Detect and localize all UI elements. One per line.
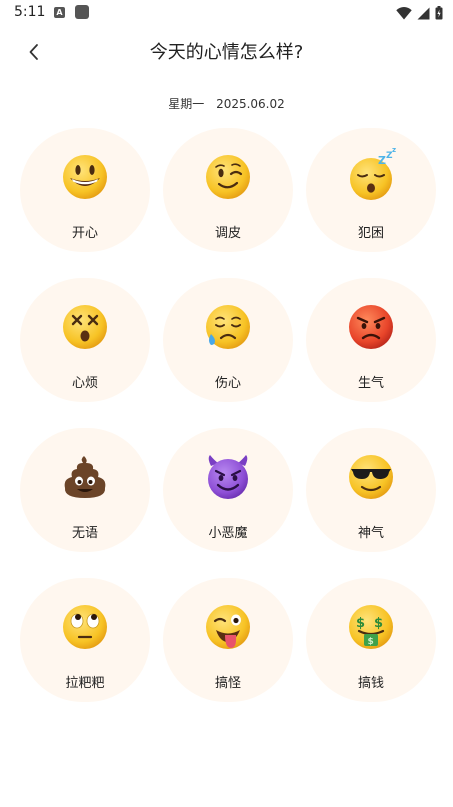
svg-text:$: $ [368,637,374,647]
mood-item-playful[interactable]: 调皮 [163,128,293,252]
dizzy-face-icon [63,305,107,349]
mood-item-cool[interactable]: 神气 [306,428,436,552]
mood-label: 小恶魔 [208,526,248,541]
smiling-devil-icon [208,455,248,499]
mood-item-poop[interactable]: 拉粑粑 [20,578,150,702]
mood-item-angry[interactable]: 生气 [306,278,436,402]
grinning-face-icon [63,155,107,199]
status-bar: 5:11 A [0,0,453,26]
date-label: 2025.06.02 [216,97,285,111]
sunglasses-face-icon [349,455,393,499]
svg-text:z: z [392,146,396,154]
mood-label: 犯困 [357,226,384,241]
mood-label: 搞怪 [214,676,241,691]
app-header: 今天的心情怎么样? [0,26,453,76]
svg-text:$: $ [374,616,383,631]
battery-icon [435,6,443,20]
mood-label: 拉粑粑 [65,676,105,691]
weekday-label: 星期一 [168,97,205,111]
money-mouth-face-icon: $ $ $ [349,605,393,649]
mood-label: 调皮 [214,226,241,241]
sleeping-face-icon: Z Z z [350,146,396,200]
mood-label: 无语 [71,526,98,541]
mood-item-silly[interactable]: 搞怪 [163,578,293,702]
wifi-icon [396,6,412,19]
status-time: 5:11 [14,4,46,20]
angry-face-icon [349,305,393,349]
mood-label: 伤心 [214,376,241,391]
app-square-icon [75,5,89,19]
tongue-wink-face-icon [206,605,250,649]
signal-icon [417,7,430,19]
sad-sweat-face-icon [206,305,250,349]
mood-label: 心烦 [71,376,98,391]
winking-face-icon [206,155,250,199]
mood-label: 神气 [357,526,384,541]
mood-item-make-money[interactable]: $ $ $ 搞钱 [306,578,436,702]
pile-of-poo-icon [64,456,106,498]
a-badge-icon: A [54,7,65,18]
date-row: 星期一 2025.06.02 [0,95,453,112]
eye-roll-face-icon [63,605,107,649]
mood-item-sad[interactable]: 伤心 [163,278,293,402]
mood-item-sleepy[interactable]: Z Z z 犯困 [306,128,436,252]
mood-item-little-devil[interactable]: 小恶魔 [163,428,293,552]
svg-text:Z: Z [378,154,386,167]
page-title: 今天的心情怎么样? [149,42,304,63]
mood-item-speechless[interactable]: 无语 [20,428,150,552]
mood-label: 生气 [357,376,384,391]
mood-label: 搞钱 [357,676,384,691]
mood-item-happy[interactable]: 开心 [20,128,150,252]
mood-item-annoyed[interactable]: 心烦 [20,278,150,402]
status-right-icons [396,5,443,21]
mood-label: 开心 [71,226,98,241]
svg-text:$: $ [356,616,365,631]
